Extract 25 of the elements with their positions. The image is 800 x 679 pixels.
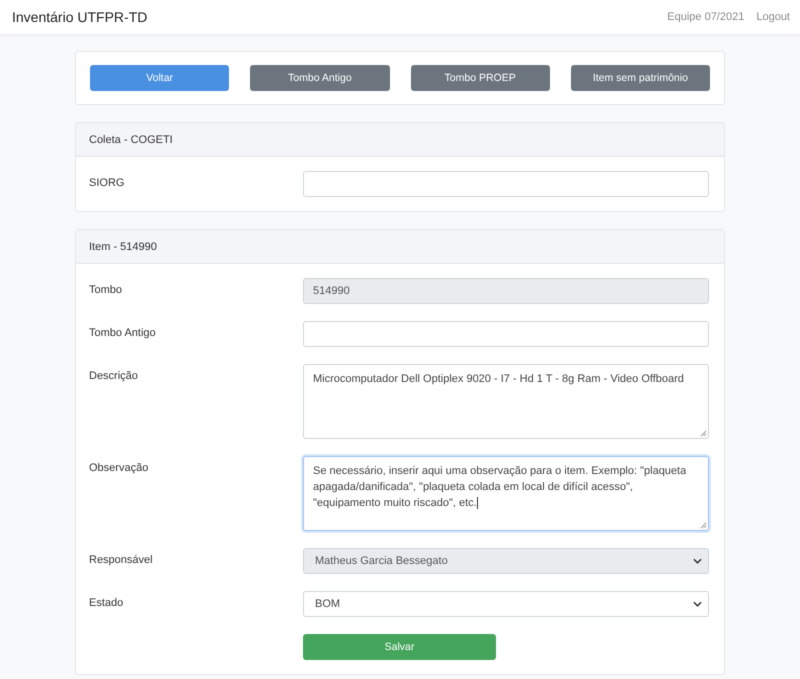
field-label: SIORG (89, 176, 126, 189)
action-button[interactable]: Tombo PROEP (410, 65, 550, 91)
field-label: Descrição (89, 369, 139, 382)
field-label: Estado (89, 596, 124, 609)
brand-title[interactable]: Inventário UTFPR-TD (12, 9, 148, 25)
card-title: Coleta - COGETI (89, 134, 173, 146)
input-field[interactable] (303, 321, 709, 347)
resize-grip-icon[interactable] (700, 522, 707, 529)
select-field[interactable]: BOM (303, 591, 709, 617)
nav-link[interactable]: Logout (756, 11, 790, 23)
nav-link[interactable]: Equipe 07/2021 (667, 11, 744, 23)
resize-grip-icon[interactable] (700, 430, 707, 437)
field-label: Responsável (89, 553, 154, 566)
field-label: Tombo (89, 283, 124, 296)
text-area[interactable]: Microcomputador Dell Optiplex 9020 - I7 - Hd 1 T - 8g Ram - Video Offboard (303, 364, 709, 439)
card-title: Item - 514990 (89, 240, 157, 252)
action-button[interactable]: Item sem patrimônio (570, 65, 710, 91)
field-label: Observação (89, 461, 150, 474)
action-button[interactable]: Voltar (90, 65, 230, 91)
text-area[interactable]: Se necessário, inserir aqui uma observação para o item. Exemplo: "plaqueta apagada/danificada", "plaqueta colada em local de difícil acesso", "equipamento muito riscado", etc. (303, 456, 709, 531)
chevron-down-icon[interactable] (693, 601, 702, 607)
field-label: Tombo Antigo (89, 326, 157, 339)
action-button[interactable]: Tombo Antigo (250, 65, 390, 91)
input-field[interactable] (303, 171, 709, 197)
save-button[interactable]: Salvar (303, 634, 496, 660)
